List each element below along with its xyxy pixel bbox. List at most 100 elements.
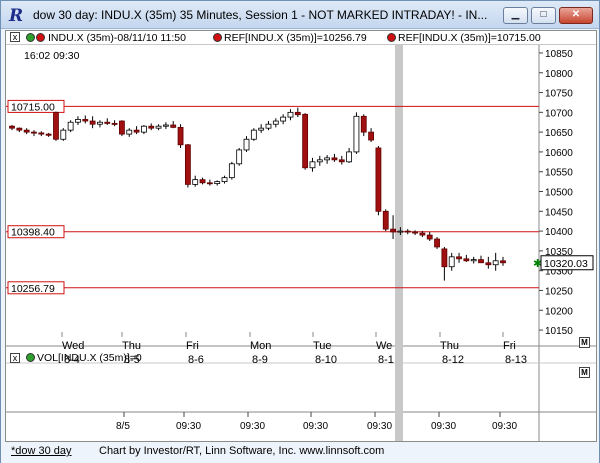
day-date-label: 8-1 xyxy=(378,354,394,366)
chart-frame[interactable]: 10850 10800 10750 10700 10650 10600 10550 10500… xyxy=(5,30,597,442)
candle-body xyxy=(331,157,338,161)
close-button[interactable]: ✕ xyxy=(559,7,593,24)
candle-body xyxy=(221,177,228,183)
candle-body xyxy=(412,231,418,234)
y-tick-label: 10850 xyxy=(545,49,573,60)
day-weekday-label: We xyxy=(376,340,392,352)
credit-text: Chart by Investor/RT, Linn Software, Inc… xyxy=(99,445,385,457)
ref2-color-dot[interactable] xyxy=(387,33,396,42)
candle-body xyxy=(148,125,155,129)
candle-body xyxy=(177,126,184,146)
chart-timestamp: 16:02 09:30 xyxy=(24,50,80,62)
volume-pane-m-button[interactable]: M xyxy=(579,367,590,378)
time-axis-label: 09:30 xyxy=(303,421,328,432)
candle-body xyxy=(133,129,140,133)
candle-body xyxy=(338,159,345,163)
y-tick-label: 10550 xyxy=(545,168,573,179)
candle-body xyxy=(294,111,301,116)
time-axis-label: 09:30 xyxy=(367,421,392,432)
candle-body xyxy=(250,129,257,140)
price-chart[interactable]: 10850 10800 10750 10700 10650 10600 10550 10500… xyxy=(6,31,596,441)
volume-close-box[interactable]: x xyxy=(10,353,20,363)
time-axis-label: 09:30 xyxy=(492,421,517,432)
day-date-label: 8-6 xyxy=(188,354,204,366)
series-label: INDU.X (35m)-08/11/10 11:50 xyxy=(48,32,186,44)
candle-body xyxy=(302,113,309,169)
ref1-color-dot[interactable] xyxy=(213,33,222,42)
day-weekday-label: Tue xyxy=(313,340,332,352)
candle-body xyxy=(353,115,360,153)
minimize-button[interactable]: ▁ xyxy=(503,7,528,24)
y-tick-label: 10150 xyxy=(545,326,573,337)
candle-body xyxy=(82,119,89,122)
day-weekday-label: Mon xyxy=(250,340,271,352)
time-axis-label: 8/5 xyxy=(116,421,130,432)
y-tick-label: 10450 xyxy=(545,207,573,218)
candle-body xyxy=(31,131,37,134)
day-date-label: 8-13 xyxy=(505,354,527,366)
price-pane-m-button[interactable]: M xyxy=(579,337,590,348)
candle-body xyxy=(404,230,411,233)
candle-body xyxy=(9,125,15,129)
day-date-label: 8-12 xyxy=(442,354,464,366)
maximize-button[interactable]: □ xyxy=(531,7,556,24)
candle-body xyxy=(272,120,279,125)
chart-close-box[interactable]: x xyxy=(10,32,20,42)
candle-body xyxy=(287,111,294,118)
candle-body xyxy=(162,124,169,127)
y-tick-label: 10650 xyxy=(545,128,573,139)
day-weekday-label: Thu xyxy=(440,340,459,352)
candle-body xyxy=(316,159,323,163)
candle-body xyxy=(104,121,111,124)
candle-body xyxy=(375,147,382,212)
status-bar: *dow 30 day Chart by Investor/RT, Linn S… xyxy=(1,442,599,463)
y-tick-label: 10250 xyxy=(545,286,573,297)
candle-body xyxy=(214,181,221,184)
y-tick-label: 10500 xyxy=(545,188,573,199)
volume-label: VOL[INDU.X (35m)]=0 xyxy=(37,352,142,364)
chart-window: R dow 30 day: INDU.X (35m) 35 Minutes, S… xyxy=(0,0,600,463)
series-color-dot-2[interactable] xyxy=(36,33,45,42)
candle-body xyxy=(45,133,52,136)
candle-body xyxy=(192,179,199,185)
candle-body xyxy=(89,120,96,125)
candle-body xyxy=(97,121,103,125)
series-color-dot[interactable] xyxy=(26,33,35,42)
candle-body xyxy=(141,125,147,133)
candle-body xyxy=(485,262,492,266)
reference-label: 10715.00 xyxy=(11,101,55,113)
y-tick-label: 10400 xyxy=(545,227,573,238)
candle-body xyxy=(243,138,250,151)
candle-body xyxy=(119,120,125,135)
time-axis-label: 09:30 xyxy=(431,421,456,432)
candle-body xyxy=(360,115,367,133)
candle-body xyxy=(434,238,440,248)
candle-body xyxy=(228,163,235,179)
candle-body xyxy=(38,132,45,135)
candle-body xyxy=(426,234,433,240)
window-title: dow 30 day: INDU.X (35m) 35 Minutes, Ses… xyxy=(33,8,488,22)
time-axis-label: 09:30 xyxy=(240,421,265,432)
chart-page-link[interactable]: *dow 30 day xyxy=(11,445,72,457)
candle-body xyxy=(258,127,265,131)
volume-color-dot[interactable] xyxy=(26,353,35,362)
candle-body xyxy=(206,182,213,185)
candle-body xyxy=(126,129,133,135)
candle-body xyxy=(463,258,470,262)
ref2-label: REF[INDU.X (35m)]=10715.00 xyxy=(398,32,541,44)
y-tick-label: 10800 xyxy=(545,69,573,80)
candle-body xyxy=(170,124,177,128)
candle-body xyxy=(441,248,448,268)
candle-body xyxy=(309,161,316,169)
y-tick-label: 10200 xyxy=(545,306,573,317)
candle-body xyxy=(199,179,206,184)
day-weekday-label: Wed xyxy=(62,340,84,352)
candle-body xyxy=(500,260,506,264)
y-tick-label: 10750 xyxy=(545,89,573,100)
candle-body xyxy=(419,232,426,236)
day-date-label: 8-10 xyxy=(315,354,337,366)
reference-label: 10256.79 xyxy=(11,283,55,295)
title-bar[interactable]: R dow 30 day: INDU.X (35m) 35 Minutes, S… xyxy=(1,1,599,29)
candle-body xyxy=(492,260,499,266)
current-price-label: 10320.03 xyxy=(544,258,588,270)
